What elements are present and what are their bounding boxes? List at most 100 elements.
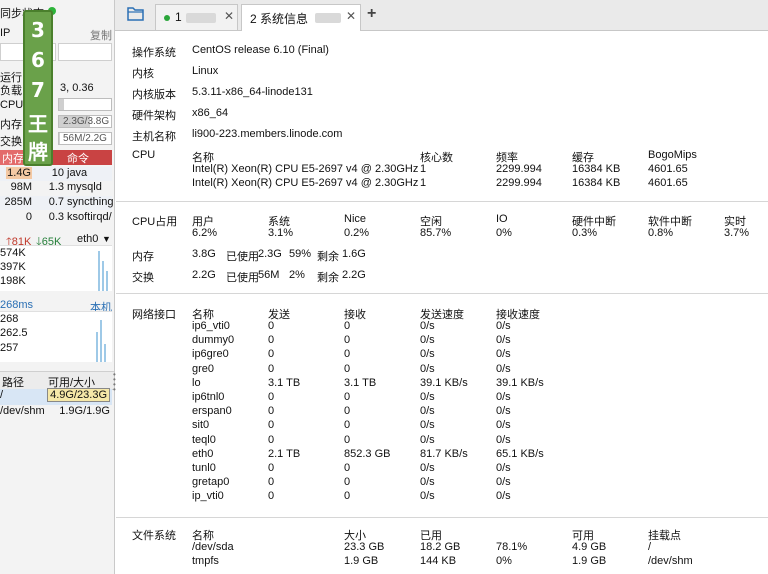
net-recv-rate: 65.1 KB/s	[496, 447, 544, 460]
process-row[interactable]: 0 0.3 ksoftirqd/	[0, 211, 112, 225]
kernel-version-label: 内核版本	[132, 89, 176, 101]
hostname-value: li900-223.members.linode.com	[192, 128, 343, 140]
copy-ip-button[interactable]: 复制	[90, 27, 112, 43]
fs-size: 23.3 GB	[344, 541, 385, 553]
latency-tick: 268	[0, 313, 19, 325]
memory-percent: 59%	[289, 248, 312, 260]
process-cpu: 1.3	[48, 181, 64, 193]
net-sent: 0	[268, 433, 275, 446]
net-send-rate: 39.1 KB/s	[420, 376, 468, 389]
fs-mount: /dev/shm	[648, 555, 693, 567]
net-send-rate: 0/s	[420, 476, 435, 489]
swap-used-label: 已使用	[226, 272, 259, 284]
kernel-version-value: 5.3.11-x86_64-linode131	[192, 86, 313, 98]
net-recv: 0	[344, 348, 351, 361]
cpu-name: Intel(R) Xeon(R) CPU E5-2697 v4 @ 2.30GH…	[192, 163, 419, 175]
net-send-rate: 0/s	[420, 391, 435, 403]
divider	[116, 293, 768, 294]
process-cpu: 10	[51, 167, 64, 179]
ip-address-field-2	[58, 43, 112, 61]
net-recv: 3.1 TB	[344, 376, 377, 389]
net-recv: 0	[344, 320, 351, 332]
load-label: 负载	[0, 85, 22, 97]
net-tick: 574K	[0, 247, 26, 259]
cpu-nice-label: Nice	[344, 213, 367, 225]
fs-name: /dev/sda	[192, 541, 234, 553]
swap-free-label: 剩余	[317, 272, 339, 284]
swap-percent: 2%	[289, 269, 305, 281]
tab-system-info[interactable]: 2 系统信息 ✕	[241, 4, 361, 31]
net-name: ip6tnl0	[192, 391, 225, 403]
swap-total: 2.2G	[192, 269, 216, 281]
process-mem: 1.4G	[6, 167, 32, 179]
net-recv-rate: 0/s	[496, 405, 511, 418]
arch-label: 硬件架构	[132, 110, 176, 122]
disk-path-header[interactable]: 路径	[2, 374, 24, 390]
net-name: teql0	[192, 433, 216, 446]
fs-size: 1.9 GB	[344, 555, 379, 567]
memory-label: 内存	[132, 251, 154, 263]
process-mem: 98M	[10, 181, 32, 193]
cpu-steal-value: 3.7%	[724, 227, 750, 239]
swap-free: 2.2G	[342, 269, 366, 281]
net-recv-rate: 39.1 KB/s	[496, 376, 544, 389]
cpu-bogomips: 4601.65	[648, 177, 688, 189]
folder-icon[interactable]	[127, 6, 144, 21]
net-sent: 2.1 TB	[268, 447, 301, 460]
disk-row[interactable]: /dev/shm 1.9G/1.9G	[0, 405, 112, 421]
chevron-down-icon[interactable]: ▼	[102, 234, 111, 244]
close-icon[interactable]: ✕	[346, 9, 356, 23]
net-recv-rate: 0/s	[496, 348, 511, 361]
new-tab-plus-icon[interactable]: +	[367, 5, 376, 23]
net-name: lo	[192, 376, 201, 389]
logo-char: 6	[31, 48, 45, 72]
divider	[116, 201, 768, 202]
process-row[interactable]: 285M 0.7 syncthing	[0, 196, 113, 210]
net-recv: 0	[344, 419, 351, 432]
tab-session-1[interactable]: 1 ✕	[155, 4, 238, 30]
watermark-logo: 3 6 7 王 牌	[23, 10, 53, 166]
sidebar-panel: 同步状态 IP 复制 运行 负载 3, 0.36 CPU 内存 2.3G/3.8…	[0, 0, 115, 574]
net-graph-bar	[98, 251, 100, 291]
net-name: sit0	[192, 419, 210, 432]
process-cpu: 0.7	[48, 196, 64, 208]
latency-graph: 268 262.5 257	[0, 311, 112, 362]
proc-cmd-header[interactable]: 命令	[52, 150, 112, 165]
cpu-cache: 16384 KB	[572, 163, 621, 175]
net-recv-rate: 0/s	[496, 419, 511, 432]
filesystem-label: 文件系统	[132, 530, 176, 542]
disk-row[interactable]: / 4.9G/23.3G	[0, 388, 112, 405]
close-icon[interactable]: ✕	[224, 9, 234, 23]
hostname-label: 主机名称	[132, 131, 176, 143]
process-mem: 285M	[4, 196, 32, 208]
net-recv: 0	[344, 362, 351, 375]
resize-handle[interactable]: • • • •	[113, 371, 116, 394]
net-sent: 3.1 TB	[268, 376, 301, 389]
fs-percent: 0%	[496, 555, 512, 567]
net-recv-rate: 0/s	[496, 490, 511, 503]
net-recv: 0	[344, 462, 351, 474]
process-cpu: 0.3	[48, 211, 64, 223]
mem-label: 内存	[0, 119, 22, 131]
net-name: tunl0	[192, 462, 216, 474]
net-recv: 0	[344, 405, 351, 418]
cpu-freq: 2299.994	[496, 177, 542, 189]
os-label: 操作系统	[132, 47, 176, 59]
net-send-rate: 0/s	[420, 334, 435, 347]
system-info-panel: 操作系统 CentOS release 6.10 (Final) 内核 Linu…	[116, 31, 768, 574]
net-name: eth0	[192, 447, 214, 460]
net-interface-select[interactable]: eth0	[77, 233, 98, 245]
process-row[interactable]: 1.4G 10 java	[0, 167, 112, 181]
cpu-softirq-value: 0.8%	[648, 227, 674, 239]
process-row[interactable]: 98M 1.3 mysqld	[0, 181, 112, 195]
cpu-cache: 16384 KB	[572, 177, 621, 189]
net-send-rate: 0/s	[420, 419, 435, 432]
net-recv-rate: 0/s	[496, 334, 511, 347]
memory-used: 2.3G	[258, 248, 282, 260]
process-cmd: mysqld	[67, 181, 102, 193]
net-name: ip6gre0	[192, 348, 229, 361]
net-graph-bar	[102, 261, 104, 291]
process-table-header: 内存 命令	[0, 150, 112, 165]
cpu-label: CPU	[0, 99, 24, 111]
fs-mount-header: 挂载点	[648, 530, 681, 542]
